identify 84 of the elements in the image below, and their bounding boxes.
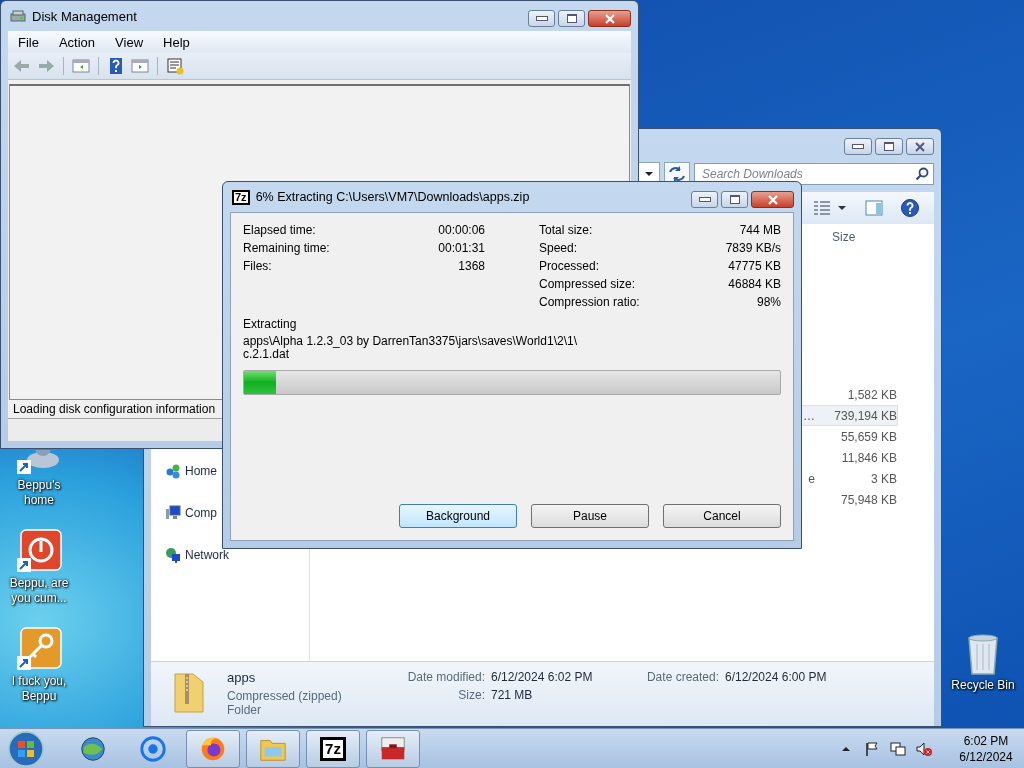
app-logo: 7z [320, 736, 346, 761]
detail-value: 6/12/2024 6:02 PM [491, 670, 594, 684]
dialog-button[interactable]: Cancel [663, 504, 781, 528]
file-name: apps [227, 670, 257, 685]
detail-label: Date modified: [406, 670, 485, 684]
operation-label: Extracting [243, 316, 298, 333]
view-options-icon[interactable] [812, 198, 848, 218]
search-icon[interactable] [915, 167, 929, 181]
stat-label: Files: [243, 259, 272, 273]
close-button[interactable] [751, 191, 794, 208]
file-size: 739,194 KB [833, 408, 897, 423]
network-icon[interactable] [165, 547, 181, 563]
file-path: c.2.1.dat [243, 348, 290, 361]
browser-icon [138, 733, 168, 764]
minimize-button[interactable] [844, 138, 872, 155]
stat-value: 7839 KB/s [725, 241, 781, 255]
flag-icon[interactable] [864, 740, 880, 757]
window-title: 6% Extracting C:\Users\VM7\Downloads\apps.zip [255, 190, 530, 204]
nav-item[interactable]: Home [185, 464, 217, 478]
detail-label: Date created: [645, 670, 719, 684]
file-name: … [803, 408, 815, 423]
desktop-icon-label[interactable]: Recycle Bin [945, 678, 1021, 693]
stat-value: 744 MB [739, 223, 781, 237]
stat-label: Remaining time: [243, 241, 330, 255]
muted-speaker-icon[interactable] [916, 740, 932, 757]
nav-item[interactable]: Comp [185, 506, 217, 520]
maximize-button[interactable] [875, 138, 903, 155]
stat-value: 47775 KB [728, 259, 781, 273]
window-title: Disk Management [32, 8, 137, 24]
close-icon [767, 194, 778, 205]
computer-icon[interactable] [165, 505, 181, 521]
stat-label: Compression ratio: [539, 295, 640, 309]
stat-value: 46884 KB [728, 277, 781, 291]
network-icon[interactable] [890, 740, 906, 757]
stat-label: Compressed size: [539, 277, 636, 291]
menu-item[interactable]: File [8, 34, 49, 50]
menu-item[interactable]: View [105, 34, 154, 50]
nav-item[interactable]: Network [185, 548, 229, 562]
file-type: Compressed (zipped) Folder [227, 689, 343, 717]
taskbar-button[interactable] [186, 729, 240, 768]
taskbar-button[interactable] [366, 729, 420, 768]
maximize-button[interactable] [558, 10, 585, 27]
stat-label: Total size: [539, 223, 593, 237]
close-icon [915, 141, 925, 152]
close-button[interactable] [588, 10, 631, 27]
detail-value: 6/12/2024 6:00 PM [725, 670, 828, 684]
file-size: 11,846 KB [840, 450, 897, 465]
file-name: e [808, 471, 815, 486]
maximize-button[interactable] [721, 191, 748, 208]
help-icon[interactable] [900, 198, 920, 218]
menu-item[interactable]: Action [48, 34, 106, 50]
close-button[interactable] [906, 138, 934, 155]
file-size: 3 KB [870, 471, 897, 486]
file-path: apps\Alpha 1.2.3_03 by DarrenTan3375\jars\saves\World1\2\1\ [243, 335, 578, 348]
status-text: Loading disk configuration information [13, 402, 216, 416]
stat-label: Elapsed time: [243, 223, 316, 237]
column-header[interactable]: Size [826, 230, 898, 244]
stat-value: 1368 [458, 259, 485, 273]
taskbar-button[interactable]: 7z [306, 729, 360, 768]
minimize-button[interactable] [528, 10, 555, 27]
stat-label: Processed: [539, 259, 600, 273]
homegroup-icon[interactable] [165, 463, 181, 479]
stat-label: Speed: [539, 241, 578, 255]
detail-label: Size: [457, 688, 485, 702]
menu-item[interactable]: Help [153, 34, 200, 50]
app-logo: 7z [232, 189, 250, 205]
clock-date: 6/12/2024 [959, 748, 1013, 765]
stat-value: 00:00:06 [438, 223, 485, 237]
start-button[interactable] [6, 728, 46, 768]
dialog-button[interactable]: Background [399, 504, 517, 528]
clock-time: 6:02 PM [963, 732, 1009, 749]
dialog-button[interactable]: Pause [531, 504, 649, 528]
disk-icon [10, 8, 26, 24]
detail-value: 721 MB [491, 688, 534, 702]
taskbar-button[interactable] [246, 729, 300, 768]
minimize-button[interactable] [691, 191, 718, 208]
close-icon [604, 13, 615, 24]
file-size: 1,582 KB [846, 387, 897, 402]
file-size: 55,659 KB [839, 429, 897, 444]
search-field[interactable]: Search Downloads [694, 163, 934, 185]
clock[interactable]: 6:02 PM 6/12/2024 [956, 732, 1016, 765]
file-size: 75,948 KB [839, 492, 897, 507]
stat-value: 98% [756, 295, 781, 309]
stat-value: 00:01:31 [438, 241, 485, 255]
